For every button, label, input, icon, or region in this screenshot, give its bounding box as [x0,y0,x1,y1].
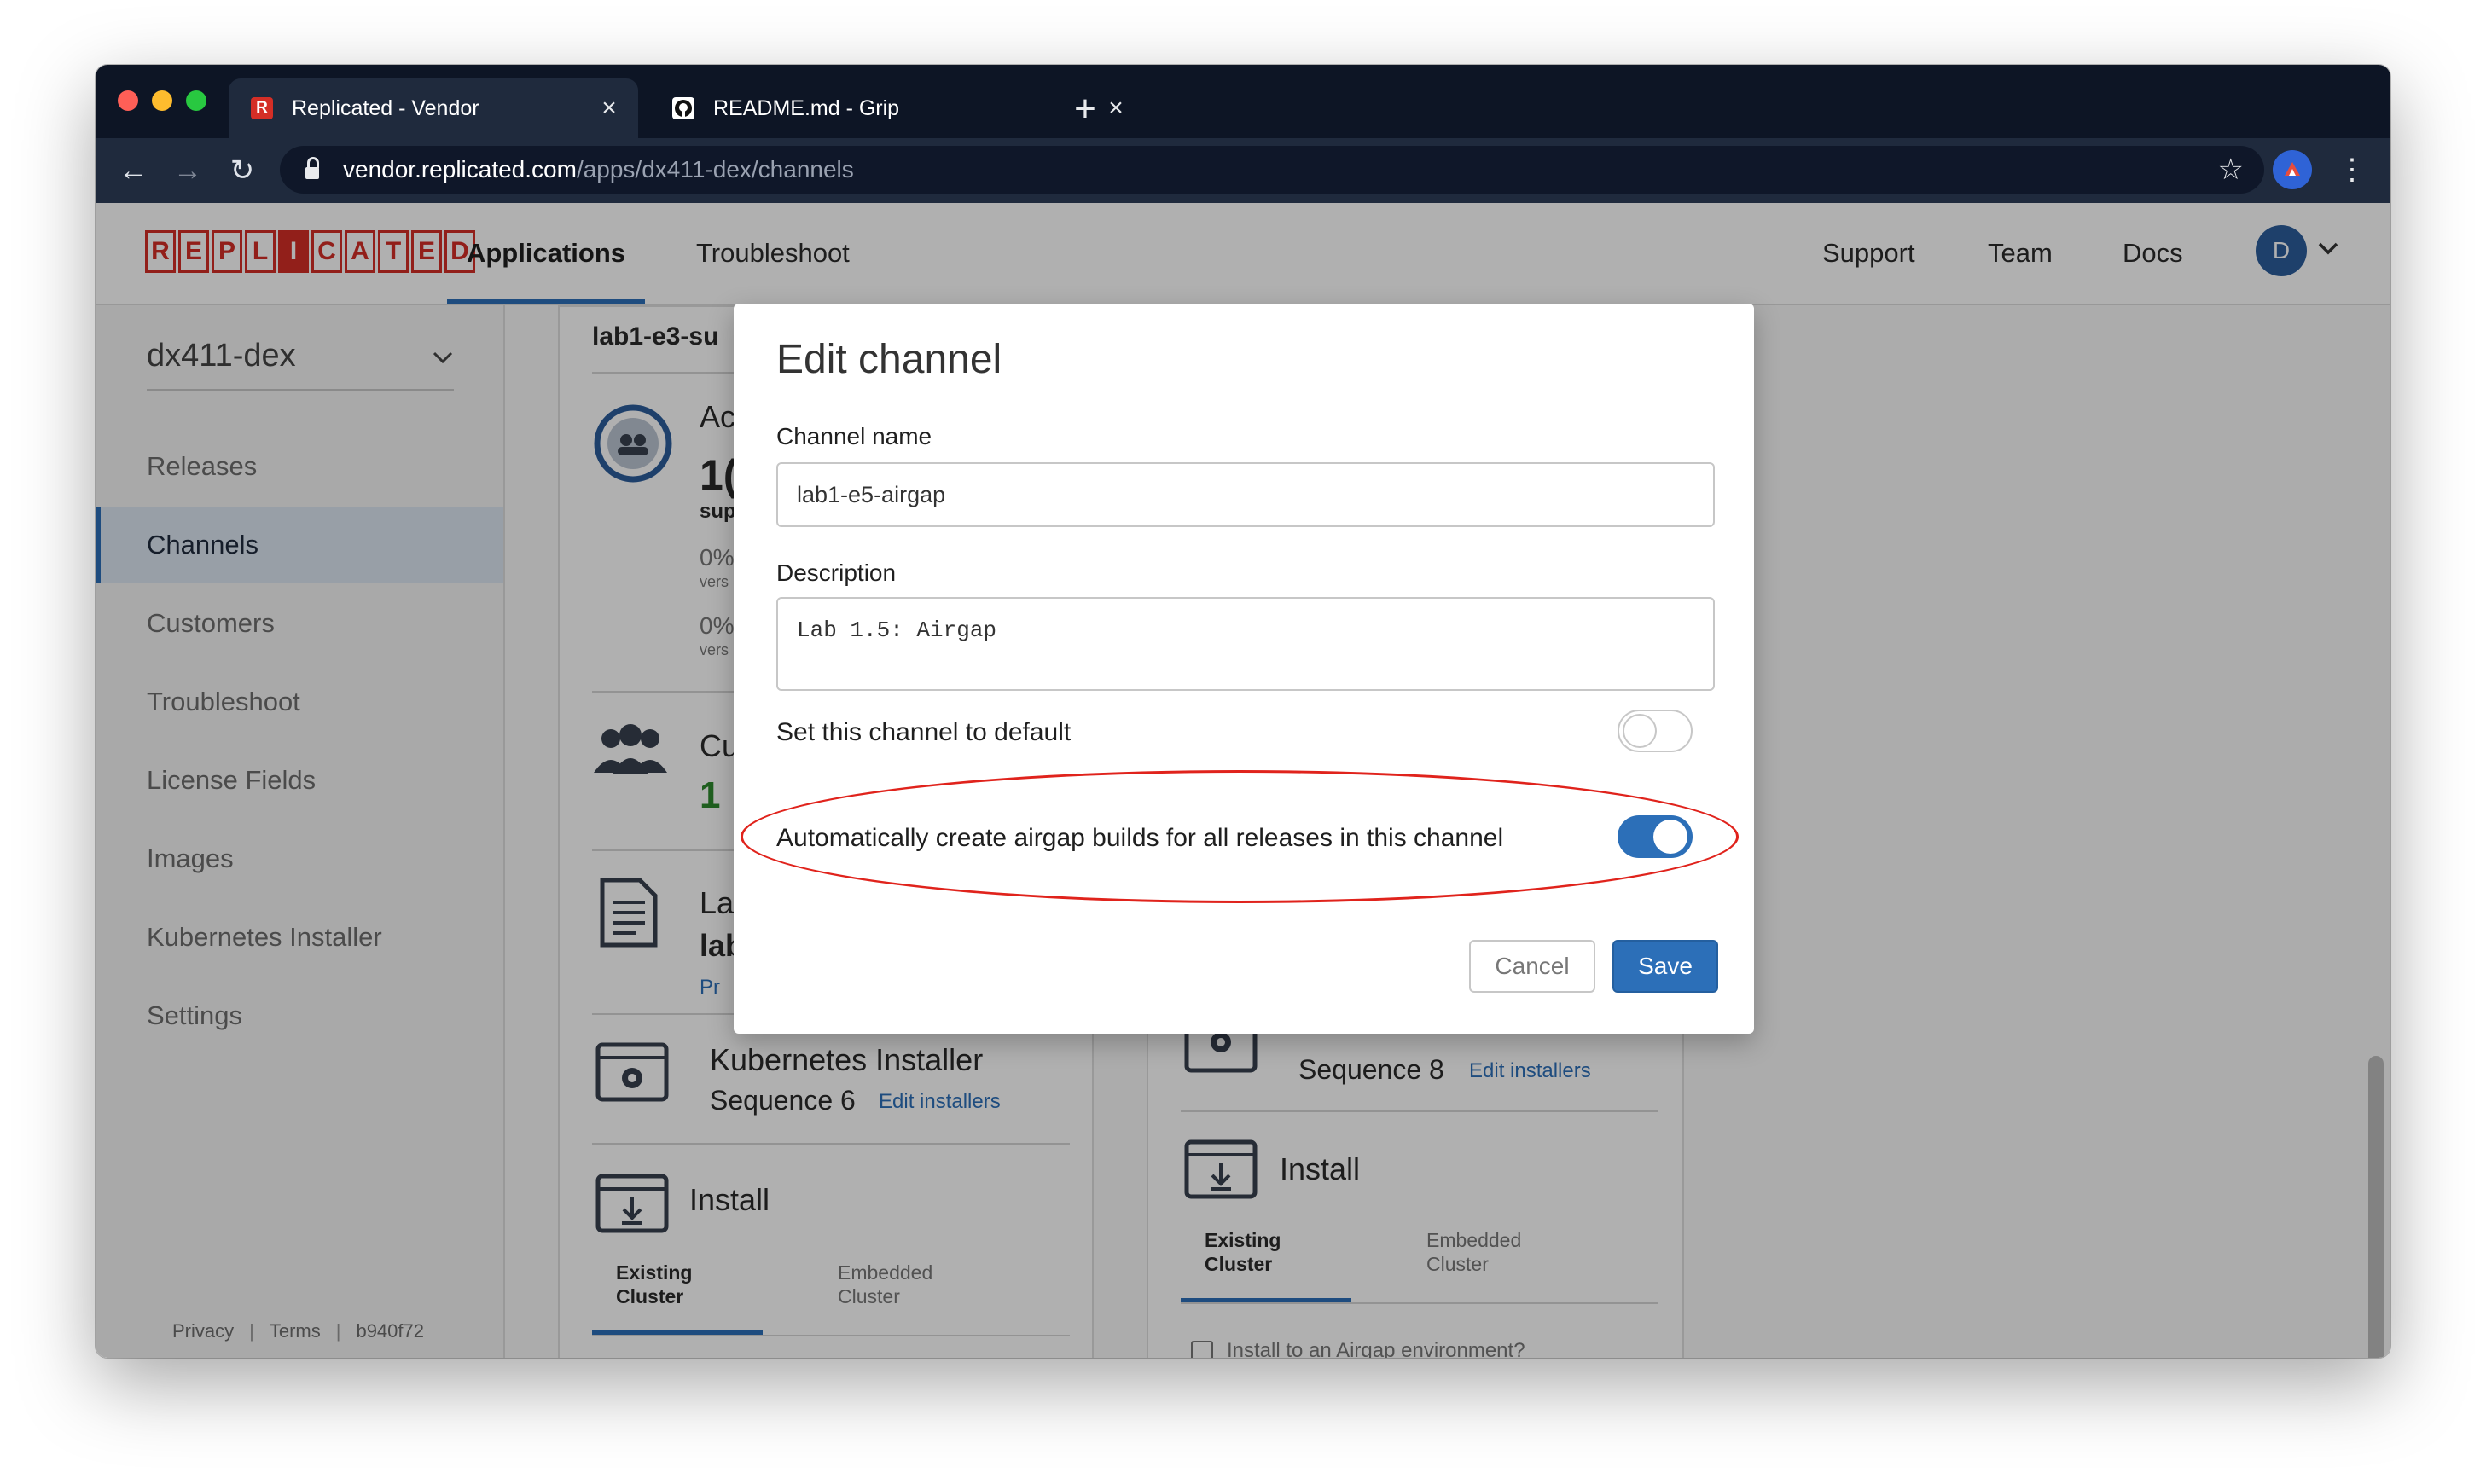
airgap-builds-toggle[interactable] [1618,815,1693,858]
lock-icon [305,157,319,179]
browser-tab-replicated[interactable]: R Replicated - Vendor × [229,78,638,138]
back-button[interactable]: ← [109,147,157,194]
address-bar[interactable]: vendor.replicated.com/apps/dx411-dex/cha… [280,146,2264,194]
minimize-window-button[interactable] [152,90,172,111]
edit-channel-modal: Edit channel Channel name lab1-e5-airgap… [734,304,1754,1034]
forward-button[interactable]: → [164,147,212,194]
airgap-toggle-label: Automatically create airgap builds for a… [776,824,1504,852]
browser-profile-avatar[interactable] [2273,150,2312,189]
cancel-button[interactable]: Cancel [1469,940,1595,993]
reload-button[interactable]: ↻ [218,147,266,194]
save-button[interactable]: Save [1612,940,1718,993]
channel-name-label: Channel name [776,423,932,449]
description-textarea[interactable]: Lab 1.5: Airgap [776,597,1715,691]
channel-name-input[interactable]: lab1-e5-airgap [776,462,1715,527]
close-window-button[interactable] [118,90,138,111]
new-tab-button[interactable]: + [1060,84,1111,135]
browser-menu-icon[interactable]: ⋮ [2338,148,2367,191]
url-path: /apps/dx411-dex/channels [576,156,854,183]
browser-toolbar: ← → ↻ vendor.replicated.com/apps/dx411-d… [96,138,2390,203]
tab-title: Replicated - Vendor [292,96,479,120]
browser-tabstrip: R Replicated - Vendor × README.md - Grip… [96,65,2390,138]
replicated-r-icon: R [251,97,273,119]
close-tab-icon[interactable]: × [592,94,626,123]
url-host: vendor.replicated.com [343,156,577,183]
github-icon [672,97,694,119]
default-toggle-label: Set this channel to default [776,718,1072,746]
default-channel-toggle[interactable] [1618,710,1693,752]
tab-title: README.md - Grip [713,96,900,120]
bookmark-star-icon[interactable]: ☆ [2218,153,2244,187]
zoom-window-button[interactable] [186,90,206,111]
description-label: Description [776,559,897,586]
modal-title: Edit channel [776,337,1002,382]
